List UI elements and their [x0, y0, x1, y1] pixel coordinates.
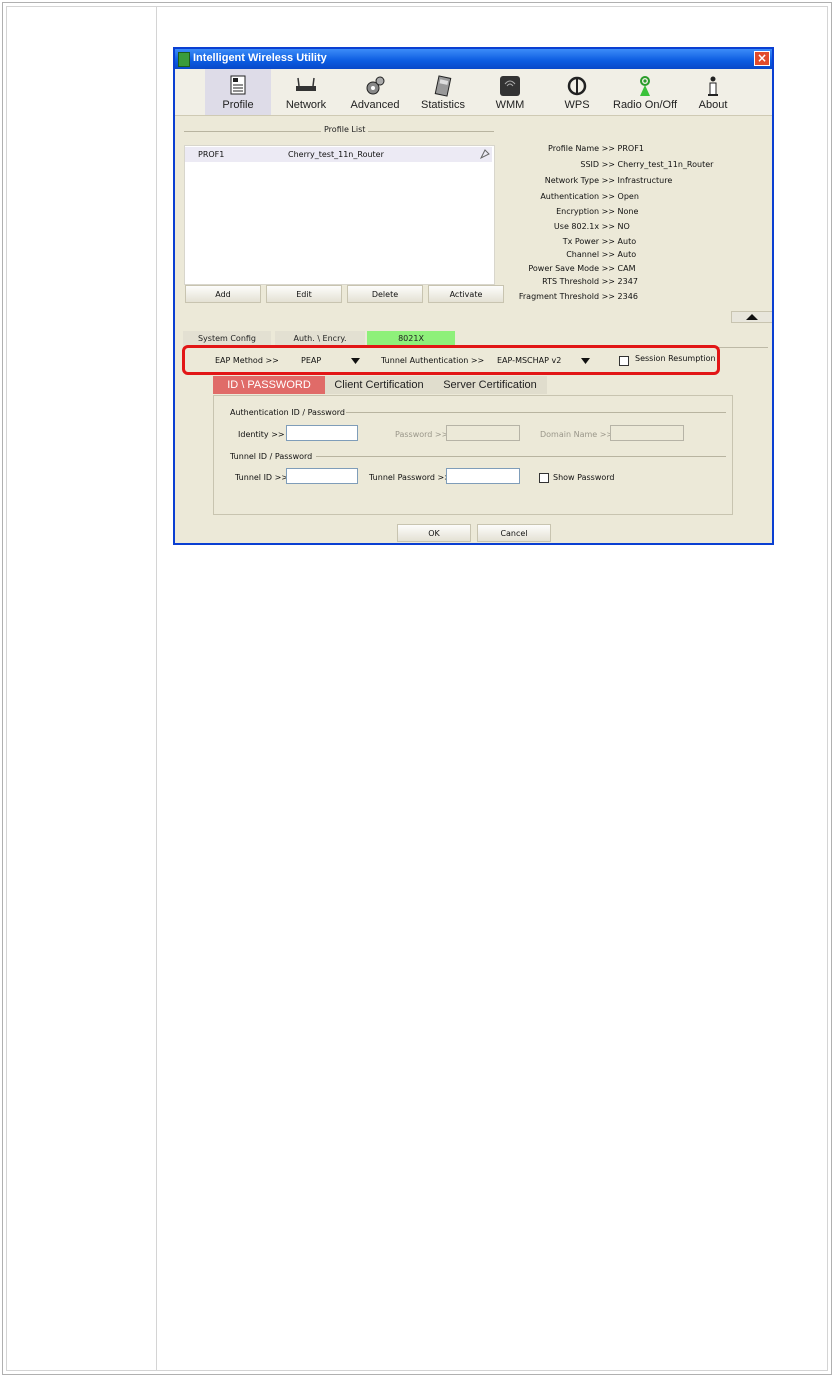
password-label: Password >> [395, 430, 449, 439]
toolbar-label: Statistics [420, 99, 465, 111]
info-value: Auto [617, 237, 637, 246]
tunnel-group-title: Tunnel ID / Password [230, 452, 313, 461]
profile-row-ssid: Cherry_test_11n_Router [288, 150, 384, 159]
info-label: Use 802.1x >> [553, 222, 615, 231]
window-title: Intelligent Wireless Utility [193, 52, 327, 64]
cancel-button[interactable]: Cancel [477, 524, 551, 542]
toolbar-network[interactable]: Network [275, 69, 337, 115]
info-value: Auto [617, 250, 637, 259]
info-label: Authentication >> [540, 192, 615, 201]
auth-group-divider [346, 412, 726, 413]
info-value: 2346 [617, 292, 638, 301]
delete-button[interactable]: Delete [347, 285, 423, 303]
info-authentication: Authentication >> Open [505, 192, 765, 201]
auth-group-title: Authentication ID / Password [230, 408, 345, 417]
info-value: Infrastructure [617, 176, 673, 185]
toolbar-radio[interactable]: Radio On/Off [610, 69, 680, 115]
domain-name-input[interactable] [610, 425, 684, 441]
network-icon [296, 77, 316, 91]
close-button[interactable]: × [754, 51, 770, 66]
password-input[interactable] [446, 425, 520, 441]
tunnel-id-input[interactable] [286, 468, 358, 484]
activate-button[interactable]: Activate [428, 285, 504, 303]
info-network-type: Network Type >> Infrastructure [505, 176, 765, 185]
info-fragment-threshold: Fragment Threshold >> 2346 [505, 292, 765, 301]
signal-icon [480, 149, 490, 160]
wmm-icon [500, 76, 520, 96]
info-value: None [617, 207, 639, 216]
info-label: Network Type >> [544, 176, 615, 185]
toolbar-label: WPS [564, 99, 590, 111]
toolbar-label: WMM [495, 99, 525, 111]
profile-list[interactable]: PROF1 Cherry_test_11n_Router [184, 145, 495, 285]
edit-button[interactable]: Edit [266, 285, 342, 303]
add-button[interactable]: Add [185, 285, 261, 303]
info-label: RTS Threshold >> [542, 277, 615, 286]
credentials-panel: Authentication ID / Password Identity >>… [213, 395, 733, 515]
advanced-icon [366, 76, 385, 95]
tab-id-password[interactable]: ID \ PASSWORD [213, 376, 325, 394]
info-label: Fragment Threshold >> [518, 292, 615, 301]
info-rts-threshold: RTS Threshold >> 2347 [505, 277, 765, 286]
info-value: PROF1 [617, 144, 644, 153]
info-encryption: Encryption >> None [505, 207, 765, 216]
tunnel-id-label: Tunnel ID >> [235, 473, 289, 482]
identity-label: Identity >> [238, 430, 285, 439]
toolbar-label: Network [285, 99, 327, 111]
info-ssid: SSID >> Cherry_test_11n_Router [505, 160, 765, 169]
info-label: Power Save Mode >> [528, 264, 615, 273]
profile-list-title: Profile List [321, 125, 369, 134]
toolbar-label: Profile [222, 99, 254, 111]
toolbar-advanced[interactable]: Advanced [342, 69, 408, 115]
tunnel-password-input[interactable] [446, 468, 520, 484]
statistics-icon [434, 75, 452, 97]
tunnel-password-label: Tunnel Password >> [369, 473, 451, 482]
profile-row-name: PROF1 [198, 150, 225, 159]
tab-server-certification[interactable]: Server Certification [433, 376, 547, 394]
profile-row[interactable]: PROF1 Cherry_test_11n_Router [185, 147, 492, 162]
toolbar-label: Advanced [350, 99, 400, 111]
radio-icon [640, 76, 650, 96]
app-icon [178, 52, 190, 67]
about-icon [708, 76, 718, 96]
ok-button[interactable]: OK [397, 524, 471, 542]
toolbar-label: Radio On/Off [613, 99, 677, 111]
info-label: Encryption >> [556, 207, 615, 216]
info-label: Channel >> [566, 250, 615, 259]
info-value: CAM [617, 264, 636, 273]
toolbar-wps[interactable]: WPS [545, 69, 609, 115]
info-value: Cherry_test_11n_Router [617, 160, 714, 169]
chevron-up-icon [746, 314, 758, 320]
utility-window: Intelligent Wireless Utility × Profile N… [173, 47, 774, 545]
domain-name-label: Domain Name >> [540, 430, 614, 439]
eap-highlight-box [182, 345, 720, 375]
profile-icon [230, 75, 246, 95]
toolbar-profile[interactable]: Profile [205, 69, 271, 115]
left-column [6, 6, 157, 1371]
info-value: NO [617, 222, 630, 231]
info-value: Open [617, 192, 639, 201]
info-label: Tx Power >> [562, 237, 615, 246]
wps-icon [567, 76, 587, 96]
toolbar-about[interactable]: About [683, 69, 743, 115]
toolbar-wmm[interactable]: WMM [480, 69, 540, 115]
info-profile-name: Profile Name >> PROF1 [505, 144, 765, 153]
toolbar: Profile Network Advanced Statistics WMM … [175, 69, 772, 116]
toolbar-statistics[interactable]: Statistics [411, 69, 475, 115]
collapse-button[interactable] [731, 311, 772, 323]
title-bar[interactable]: Intelligent Wireless Utility × [175, 49, 772, 69]
info-tx-power: Tx Power >> Auto [505, 237, 765, 246]
info-label: Profile Name >> [548, 144, 615, 153]
toolbar-label: About [698, 99, 728, 111]
tunnel-group-divider [316, 456, 726, 457]
tab-client-certification[interactable]: Client Certification [325, 376, 433, 394]
show-password-checkbox[interactable] [539, 473, 549, 483]
info-channel: Channel >> Auto [505, 250, 765, 259]
info-use-8021x: Use 802.1x >> NO [505, 222, 765, 231]
info-value: 2347 [617, 277, 638, 286]
show-password-label: Show Password [553, 473, 615, 482]
info-label: SSID >> [580, 160, 615, 169]
info-power-save-mode: Power Save Mode >> CAM [505, 264, 765, 273]
identity-input[interactable] [286, 425, 358, 441]
